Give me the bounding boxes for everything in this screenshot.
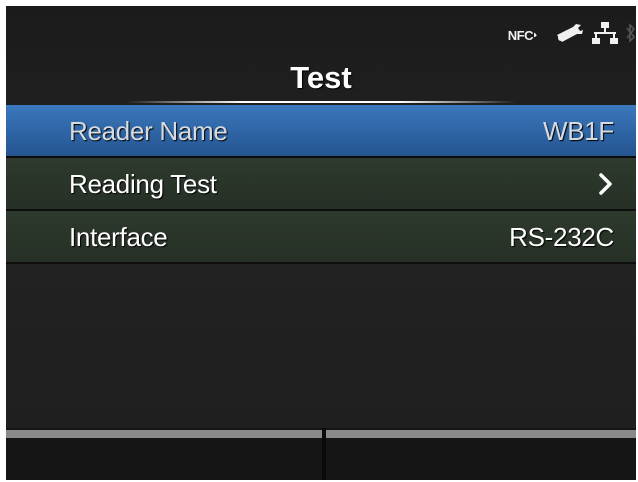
softkey-left-button[interactable] <box>6 428 322 480</box>
menu-item-interface[interactable]: Interface RS-232C <box>6 211 636 264</box>
softkey-right-bar <box>326 430 636 438</box>
menu-item-label: Reading Test <box>69 169 217 199</box>
nfc-label: NFC <box>507 27 534 43</box>
menu-item-reader-name[interactable]: Reader Name WB1F <box>6 105 636 158</box>
menu-list: Reader Name WB1F Reading Test Interface … <box>6 105 636 264</box>
bluetooth-icon <box>626 21 636 50</box>
menu-item-label: Interface <box>69 222 168 252</box>
softkey-left-bar <box>6 430 322 438</box>
printer-screen: NFC Test Reader Name WB1F Reading Test I… <box>6 6 636 480</box>
menu-item-value: WB1F <box>542 116 614 146</box>
softkey-right-button[interactable] <box>326 428 636 480</box>
page-title: Test <box>290 60 352 95</box>
menu-item-reading-test[interactable]: Reading Test <box>6 158 636 211</box>
chevron-right-icon <box>598 172 614 201</box>
network-icon <box>592 21 618 50</box>
menu-item-label: Reader Name <box>69 116 228 146</box>
title-underline <box>126 101 516 103</box>
wrench-icon <box>554 21 584 50</box>
softkey-bar <box>6 428 636 480</box>
menu-item-value: RS-232C <box>509 222 614 252</box>
nfc-icon: NFC <box>508 28 546 43</box>
title-bar: Test <box>6 56 636 104</box>
status-bar: NFC <box>500 20 636 50</box>
